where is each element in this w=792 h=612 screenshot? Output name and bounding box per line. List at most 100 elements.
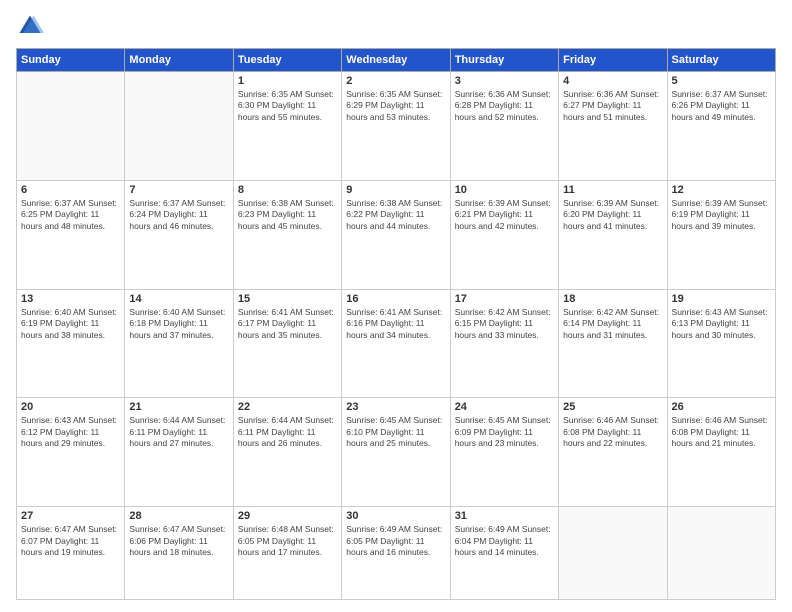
calendar-header: SundayMondayTuesdayWednesdayThursdayFrid… <box>17 49 776 72</box>
day-info: Sunrise: 6:44 AM Sunset: 6:11 PM Dayligh… <box>238 415 337 449</box>
day-info: Sunrise: 6:42 AM Sunset: 6:15 PM Dayligh… <box>455 307 554 341</box>
weekday-header-sunday: Sunday <box>17 49 125 72</box>
day-cell: 31Sunrise: 6:49 AM Sunset: 6:04 PM Dayli… <box>450 507 558 600</box>
day-number: 16 <box>346 293 445 305</box>
day-number: 9 <box>346 184 445 196</box>
day-cell: 1 Sunrise: 6:35 AM Sunset: 6:30 PM Daylig… <box>233 72 341 181</box>
day-info: Sunrise: 6:40 AM Sunset: 6:18 PM Dayligh… <box>129 307 228 341</box>
day-number: 26 <box>672 401 771 413</box>
weekday-header-thursday: Thursday <box>450 49 558 72</box>
day-cell <box>125 72 233 181</box>
day-number: 20 <box>21 401 120 413</box>
header <box>16 12 776 40</box>
day-number: 2 <box>346 75 445 87</box>
day-info: Sunrise: 6:36 AM Sunset: 6:27 PM Dayligh… <box>563 89 662 123</box>
day-info: Sunrise: 6:46 AM Sunset: 6:08 PM Dayligh… <box>672 415 771 449</box>
day-number: 28 <box>129 510 228 522</box>
day-number: 25 <box>563 401 662 413</box>
day-cell: 17 Sunrise: 6:42 AM Sunset: 6:15 PM Dayli… <box>450 289 558 398</box>
calendar-body: 1 Sunrise: 6:35 AM Sunset: 6:30 PM Daylig… <box>17 72 776 600</box>
day-cell: 30 Sunrise: 6:49 AM Sunset: 6:05 PM Dayli… <box>342 507 450 600</box>
day-number: 12 <box>672 184 771 196</box>
day-cell: 27Sunrise: 6:47 AM Sunset: 6:07 PM Dayli… <box>17 507 125 600</box>
day-number: 23 <box>346 401 445 413</box>
day-number: 22 <box>238 401 337 413</box>
day-info: Sunrise: 6:49 AM Sunset: 6:05 PM Dayligh… <box>346 524 445 558</box>
day-cell: 26 Sunrise: 6:46 AM Sunset: 6:08 PM Dayli… <box>667 398 775 507</box>
day-info: Sunrise: 6:47 AM Sunset: 6:06 PM Dayligh… <box>129 524 228 558</box>
week-row-4: 20 Sunrise: 6:43 AM Sunset: 6:12 PM Dayli… <box>17 398 776 507</box>
logo-icon <box>16 12 44 40</box>
day-cell: 24 Sunrise: 6:45 AM Sunset: 6:09 PM Dayli… <box>450 398 558 507</box>
day-cell: 10 Sunrise: 6:39 AM Sunset: 6:21 PM Dayli… <box>450 180 558 289</box>
day-info: Sunrise: 6:44 AM Sunset: 6:11 PM Dayligh… <box>129 415 228 449</box>
day-cell: 16Sunrise: 6:41 AM Sunset: 6:16 PM Dayli… <box>342 289 450 398</box>
day-info: Sunrise: 6:38 AM Sunset: 6:22 PM Dayligh… <box>346 198 445 232</box>
day-cell: 18 Sunrise: 6:42 AM Sunset: 6:14 PM Dayli… <box>559 289 667 398</box>
day-info: Sunrise: 6:35 AM Sunset: 6:29 PM Dayligh… <box>346 89 445 123</box>
day-number: 24 <box>455 401 554 413</box>
week-row-5: 27Sunrise: 6:47 AM Sunset: 6:07 PM Dayli… <box>17 507 776 600</box>
day-number: 30 <box>346 510 445 522</box>
week-row-2: 6 Sunrise: 6:37 AM Sunset: 6:25 PM Daylig… <box>17 180 776 289</box>
weekday-header-row: SundayMondayTuesdayWednesdayThursdayFrid… <box>17 49 776 72</box>
day-info: Sunrise: 6:48 AM Sunset: 6:05 PM Dayligh… <box>238 524 337 558</box>
day-cell: 23Sunrise: 6:45 AM Sunset: 6:10 PM Dayli… <box>342 398 450 507</box>
day-number: 3 <box>455 75 554 87</box>
weekday-header-friday: Friday <box>559 49 667 72</box>
day-info: Sunrise: 6:40 AM Sunset: 6:19 PM Dayligh… <box>21 307 120 341</box>
logo <box>16 12 48 40</box>
day-info: Sunrise: 6:37 AM Sunset: 6:25 PM Dayligh… <box>21 198 120 232</box>
day-number: 19 <box>672 293 771 305</box>
day-cell: 22 Sunrise: 6:44 AM Sunset: 6:11 PM Dayli… <box>233 398 341 507</box>
day-info: Sunrise: 6:38 AM Sunset: 6:23 PM Dayligh… <box>238 198 337 232</box>
day-cell: 28 Sunrise: 6:47 AM Sunset: 6:06 PM Dayli… <box>125 507 233 600</box>
day-number: 15 <box>238 293 337 305</box>
day-cell: 21 Sunrise: 6:44 AM Sunset: 6:11 PM Dayli… <box>125 398 233 507</box>
day-number: 10 <box>455 184 554 196</box>
day-cell: 15Sunrise: 6:41 AM Sunset: 6:17 PM Dayli… <box>233 289 341 398</box>
day-info: Sunrise: 6:42 AM Sunset: 6:14 PM Dayligh… <box>563 307 662 341</box>
day-number: 4 <box>563 75 662 87</box>
day-number: 5 <box>672 75 771 87</box>
day-cell: 12Sunrise: 6:39 AM Sunset: 6:19 PM Dayli… <box>667 180 775 289</box>
day-number: 7 <box>129 184 228 196</box>
day-cell <box>667 507 775 600</box>
week-row-1: 1 Sunrise: 6:35 AM Sunset: 6:30 PM Daylig… <box>17 72 776 181</box>
week-row-3: 13 Sunrise: 6:40 AM Sunset: 6:19 PM Dayli… <box>17 289 776 398</box>
day-cell: 19 Sunrise: 6:43 AM Sunset: 6:13 PM Dayli… <box>667 289 775 398</box>
day-info: Sunrise: 6:37 AM Sunset: 6:26 PM Dayligh… <box>672 89 771 123</box>
day-info: Sunrise: 6:35 AM Sunset: 6:30 PM Dayligh… <box>238 89 337 123</box>
day-cell: 2 Sunrise: 6:35 AM Sunset: 6:29 PM Daylig… <box>342 72 450 181</box>
day-number: 29 <box>238 510 337 522</box>
day-number: 6 <box>21 184 120 196</box>
day-number: 1 <box>238 75 337 87</box>
day-info: Sunrise: 6:39 AM Sunset: 6:20 PM Dayligh… <box>563 198 662 232</box>
day-info: Sunrise: 6:49 AM Sunset: 6:04 PM Dayligh… <box>455 524 554 558</box>
day-info: Sunrise: 6:43 AM Sunset: 6:13 PM Dayligh… <box>672 307 771 341</box>
day-number: 8 <box>238 184 337 196</box>
weekday-header-saturday: Saturday <box>667 49 775 72</box>
day-cell: 9 Sunrise: 6:38 AM Sunset: 6:22 PM Daylig… <box>342 180 450 289</box>
day-cell: 3Sunrise: 6:36 AM Sunset: 6:28 PM Daylig… <box>450 72 558 181</box>
day-cell: 25Sunrise: 6:46 AM Sunset: 6:08 PM Dayli… <box>559 398 667 507</box>
day-cell: 4 Sunrise: 6:36 AM Sunset: 6:27 PM Daylig… <box>559 72 667 181</box>
weekday-header-monday: Monday <box>125 49 233 72</box>
day-number: 18 <box>563 293 662 305</box>
day-number: 21 <box>129 401 228 413</box>
day-number: 14 <box>129 293 228 305</box>
day-info: Sunrise: 6:37 AM Sunset: 6:24 PM Dayligh… <box>129 198 228 232</box>
day-info: Sunrise: 6:45 AM Sunset: 6:09 PM Dayligh… <box>455 415 554 449</box>
page: SundayMondayTuesdayWednesdayThursdayFrid… <box>0 0 792 612</box>
day-number: 13 <box>21 293 120 305</box>
day-info: Sunrise: 6:39 AM Sunset: 6:21 PM Dayligh… <box>455 198 554 232</box>
weekday-header-wednesday: Wednesday <box>342 49 450 72</box>
day-cell: 7 Sunrise: 6:37 AM Sunset: 6:24 PM Daylig… <box>125 180 233 289</box>
calendar-table: SundayMondayTuesdayWednesdayThursdayFrid… <box>16 48 776 600</box>
day-cell: 14 Sunrise: 6:40 AM Sunset: 6:18 PM Dayli… <box>125 289 233 398</box>
day-number: 17 <box>455 293 554 305</box>
day-cell: 8 Sunrise: 6:38 AM Sunset: 6:23 PM Daylig… <box>233 180 341 289</box>
day-info: Sunrise: 6:43 AM Sunset: 6:12 PM Dayligh… <box>21 415 120 449</box>
weekday-header-tuesday: Tuesday <box>233 49 341 72</box>
day-number: 11 <box>563 184 662 196</box>
